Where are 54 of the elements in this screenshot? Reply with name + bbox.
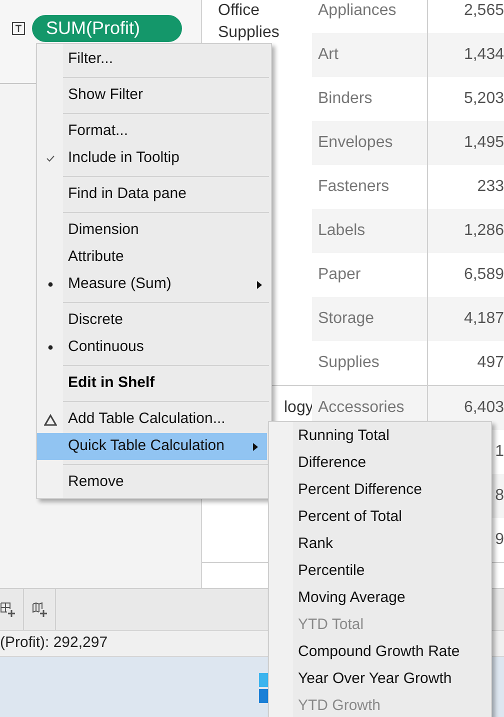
- caret-icon: [253, 442, 258, 450]
- new-map-icon[interactable]: [32, 602, 48, 618]
- value-cell-text: 1,434: [464, 45, 504, 65]
- menu-item[interactable]: Percent Difference: [298, 479, 422, 502]
- menu-item[interactable]: Running Total: [298, 425, 390, 448]
- menu-item[interactable]: Include in Tooltip: [37, 145, 271, 172]
- category-cell-text: Storage: [318, 309, 374, 329]
- menu-item[interactable]: Dimension: [37, 217, 271, 244]
- menu-item[interactable]: Add Table Calculation...: [37, 406, 271, 433]
- value-cell-text: 1,286: [464, 221, 504, 241]
- menu-item[interactable]: Edit in Shelf: [37, 370, 271, 397]
- category-cell-text: Appliances: [318, 1, 396, 21]
- menu-item[interactable]: Discrete: [37, 307, 271, 334]
- value-cell-text: 1,495: [464, 133, 504, 153]
- menu-item[interactable]: Attribute: [37, 244, 271, 271]
- value-cell-text: 4,187: [464, 309, 504, 329]
- value-cell-text: 6,403: [464, 398, 504, 418]
- category-cell-text: Labels: [318, 221, 366, 241]
- menu-item[interactable]: Difference: [298, 452, 366, 475]
- menu-item[interactable]: Measure (Sum): [37, 271, 271, 298]
- value-cell-text: 1: [495, 442, 504, 462]
- category-cell-text: Supplies: [318, 353, 380, 373]
- menu-item[interactable]: Percent of Total: [298, 506, 402, 529]
- value-cell-text: 2,565: [464, 1, 504, 21]
- menu-item[interactable]: Format...: [37, 118, 271, 145]
- category-cell-text: Art: [318, 45, 338, 65]
- value-cell-text: 6,589: [464, 265, 504, 285]
- value-cell-text: 5,203: [464, 89, 504, 109]
- category-cell-text: Binders: [318, 89, 372, 109]
- menu-item[interactable]: Show Filter: [37, 82, 271, 109]
- category-cell-text: Fasteners: [318, 177, 390, 197]
- menu-item[interactable]: Quick Table Calculation: [37, 433, 267, 460]
- value-cell-text: 9: [495, 530, 504, 550]
- menu-item[interactable]: Find in Data pane: [37, 181, 271, 208]
- menu-item[interactable]: Remove: [37, 469, 271, 496]
- measure-pill[interactable]: SUM(Profit): [32, 15, 182, 42]
- value-cell-text: 233: [477, 177, 504, 197]
- text-mark-icon: [12, 22, 25, 35]
- status-text: (Profit): 292,297: [0, 633, 108, 654]
- category-cell-text: Paper: [318, 265, 361, 285]
- menu-item[interactable]: Compound Growth Rate: [298, 641, 460, 664]
- category-cell-text: Accessories: [318, 398, 404, 418]
- caret-icon: [257, 280, 262, 288]
- menu-item[interactable]: Year Over Year Growth: [298, 668, 452, 691]
- new-worksheet-icon[interactable]: [0, 602, 16, 618]
- value-cell-text: 8: [495, 486, 504, 506]
- value-cell-text: 497: [477, 353, 504, 373]
- menu-item[interactable]: Continuous: [37, 334, 271, 361]
- segment-label: Office Supplies: [217, 1, 280, 43]
- category-cell-text: Envelopes: [318, 133, 393, 153]
- menu-item[interactable]: Percentile: [298, 560, 365, 583]
- menu-item[interactable]: Filter...: [37, 46, 271, 73]
- menu-item[interactable]: Moving Average: [298, 587, 406, 610]
- menu-item[interactable]: Rank: [298, 533, 334, 556]
